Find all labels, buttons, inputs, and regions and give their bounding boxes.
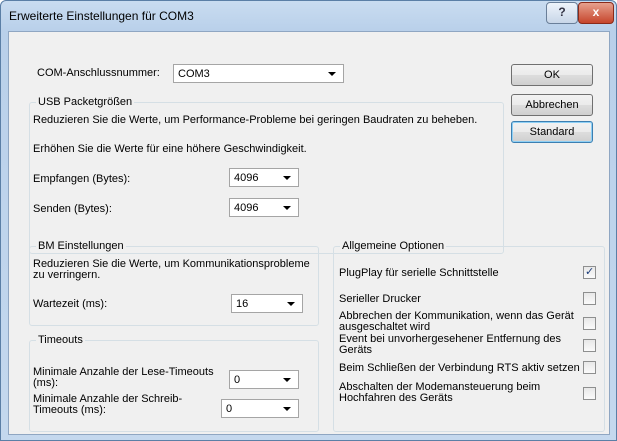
usb-description-increase: Erhöhen Sie die Werte für eine höhere Ge… xyxy=(33,143,307,155)
receive-bytes-value: 4096 xyxy=(234,172,259,184)
bm-group-title: BM Einstellungen xyxy=(36,240,126,252)
help-icon: ? xyxy=(558,5,566,19)
write-timeout-value: 0 xyxy=(226,403,233,415)
chevron-down-icon xyxy=(328,72,336,76)
send-bytes-select[interactable]: 4096 xyxy=(229,198,299,217)
checkbox-surprise-removal[interactable] xyxy=(583,339,596,352)
chevron-down-icon xyxy=(287,302,295,306)
chevron-down-icon xyxy=(283,407,291,411)
bm-description: Reduzieren Sie die Werte, um Kommunikati… xyxy=(33,258,310,281)
latency-select[interactable]: 16 xyxy=(231,294,303,313)
checkbox-plugplay[interactable]: ✓ xyxy=(583,266,596,279)
receive-bytes-label: Empfangen (Bytes): xyxy=(33,173,131,185)
checkbox-disable-modem-ctrl[interactable] xyxy=(583,387,596,400)
dialog-client-area: COM-Anschlussnummer: COM3 OK Abbrechen S… xyxy=(8,31,610,435)
send-bytes-value: 4096 xyxy=(234,202,259,214)
help-button[interactable]: ? xyxy=(546,2,578,24)
option-label-surprise-removal: Event bei unvorhergesehener Entfernung d… xyxy=(339,333,561,356)
close-button[interactable]: x xyxy=(578,2,614,24)
checkbox-serial-printer[interactable] xyxy=(583,292,596,305)
option-label-plugplay: PlugPlay für serielle Schnittstelle xyxy=(339,267,499,279)
general-options-group: Allgemeine Optionen PlugPlay für seriell… xyxy=(333,240,605,432)
read-timeout-value: 0 xyxy=(234,374,241,386)
write-timeout-select[interactable]: 0 xyxy=(221,399,299,418)
latency-value: 16 xyxy=(236,298,249,310)
ok-button[interactable]: OK xyxy=(511,64,593,86)
send-bytes-label: Senden (Bytes): xyxy=(33,203,112,215)
bm-settings-group: BM Einstellungen Reduzieren Sie die Wert… xyxy=(29,240,319,326)
com-port-select[interactable]: COM3 xyxy=(173,64,344,83)
usb-group-title: USB Packetgrößen xyxy=(36,96,135,108)
cancel-button[interactable]: Abbrechen xyxy=(511,94,593,116)
title-bar[interactable]: Erweiterte Einstellungen für COM3 ? x xyxy=(1,1,616,31)
latency-label: Wartezeit (ms): xyxy=(33,298,108,310)
usb-packet-group: USB Packetgrößen Reduzieren Sie die Wert… xyxy=(29,96,504,254)
checkbox-cancel-on-poweroff[interactable] xyxy=(583,317,596,330)
timeouts-group-title: Timeouts xyxy=(36,334,85,346)
chevron-down-icon xyxy=(283,378,291,382)
com-port-label: COM-Anschlussnummer: xyxy=(37,67,160,79)
com-port-value: COM3 xyxy=(178,68,210,80)
options-group-title: Allgemeine Optionen xyxy=(340,240,447,252)
write-timeout-label: Minimale Anzahle der Schreib-Timeouts (m… xyxy=(33,393,183,416)
timeouts-group: Timeouts Minimale Anzahle der Lese-Timeo… xyxy=(29,334,319,432)
checkbox-rts-on-close[interactable] xyxy=(583,361,596,374)
option-label-cancel-on-poweroff: Abbrechen der Kommunikation, wenn das Ge… xyxy=(339,310,574,333)
receive-bytes-select[interactable]: 4096 xyxy=(229,168,299,187)
dialog-window: Erweiterte Einstellungen für COM3 ? x CO… xyxy=(0,0,617,441)
usb-description-reduce: Reduzieren Sie die Werte, um Performance… xyxy=(33,114,478,126)
option-label-rts-on-close: Beim Schließen der Verbindung RTS aktiv … xyxy=(339,362,580,374)
read-timeout-select[interactable]: 0 xyxy=(229,370,299,389)
chevron-down-icon xyxy=(283,176,291,180)
option-label-disable-modem-ctrl: Abschalten der Modemansteuerung beim Hoc… xyxy=(339,381,541,404)
checkmark-icon: ✓ xyxy=(585,266,595,278)
close-icon: x xyxy=(592,5,600,19)
default-button[interactable]: Standard xyxy=(511,121,593,143)
read-timeout-label: Minimale Anzahle der Lese-Timeouts (ms): xyxy=(33,366,214,389)
window-title: Erweiterte Einstellungen für COM3 xyxy=(9,9,194,23)
option-label-serial-printer: Serieller Drucker xyxy=(339,293,421,305)
chevron-down-icon xyxy=(283,206,291,210)
